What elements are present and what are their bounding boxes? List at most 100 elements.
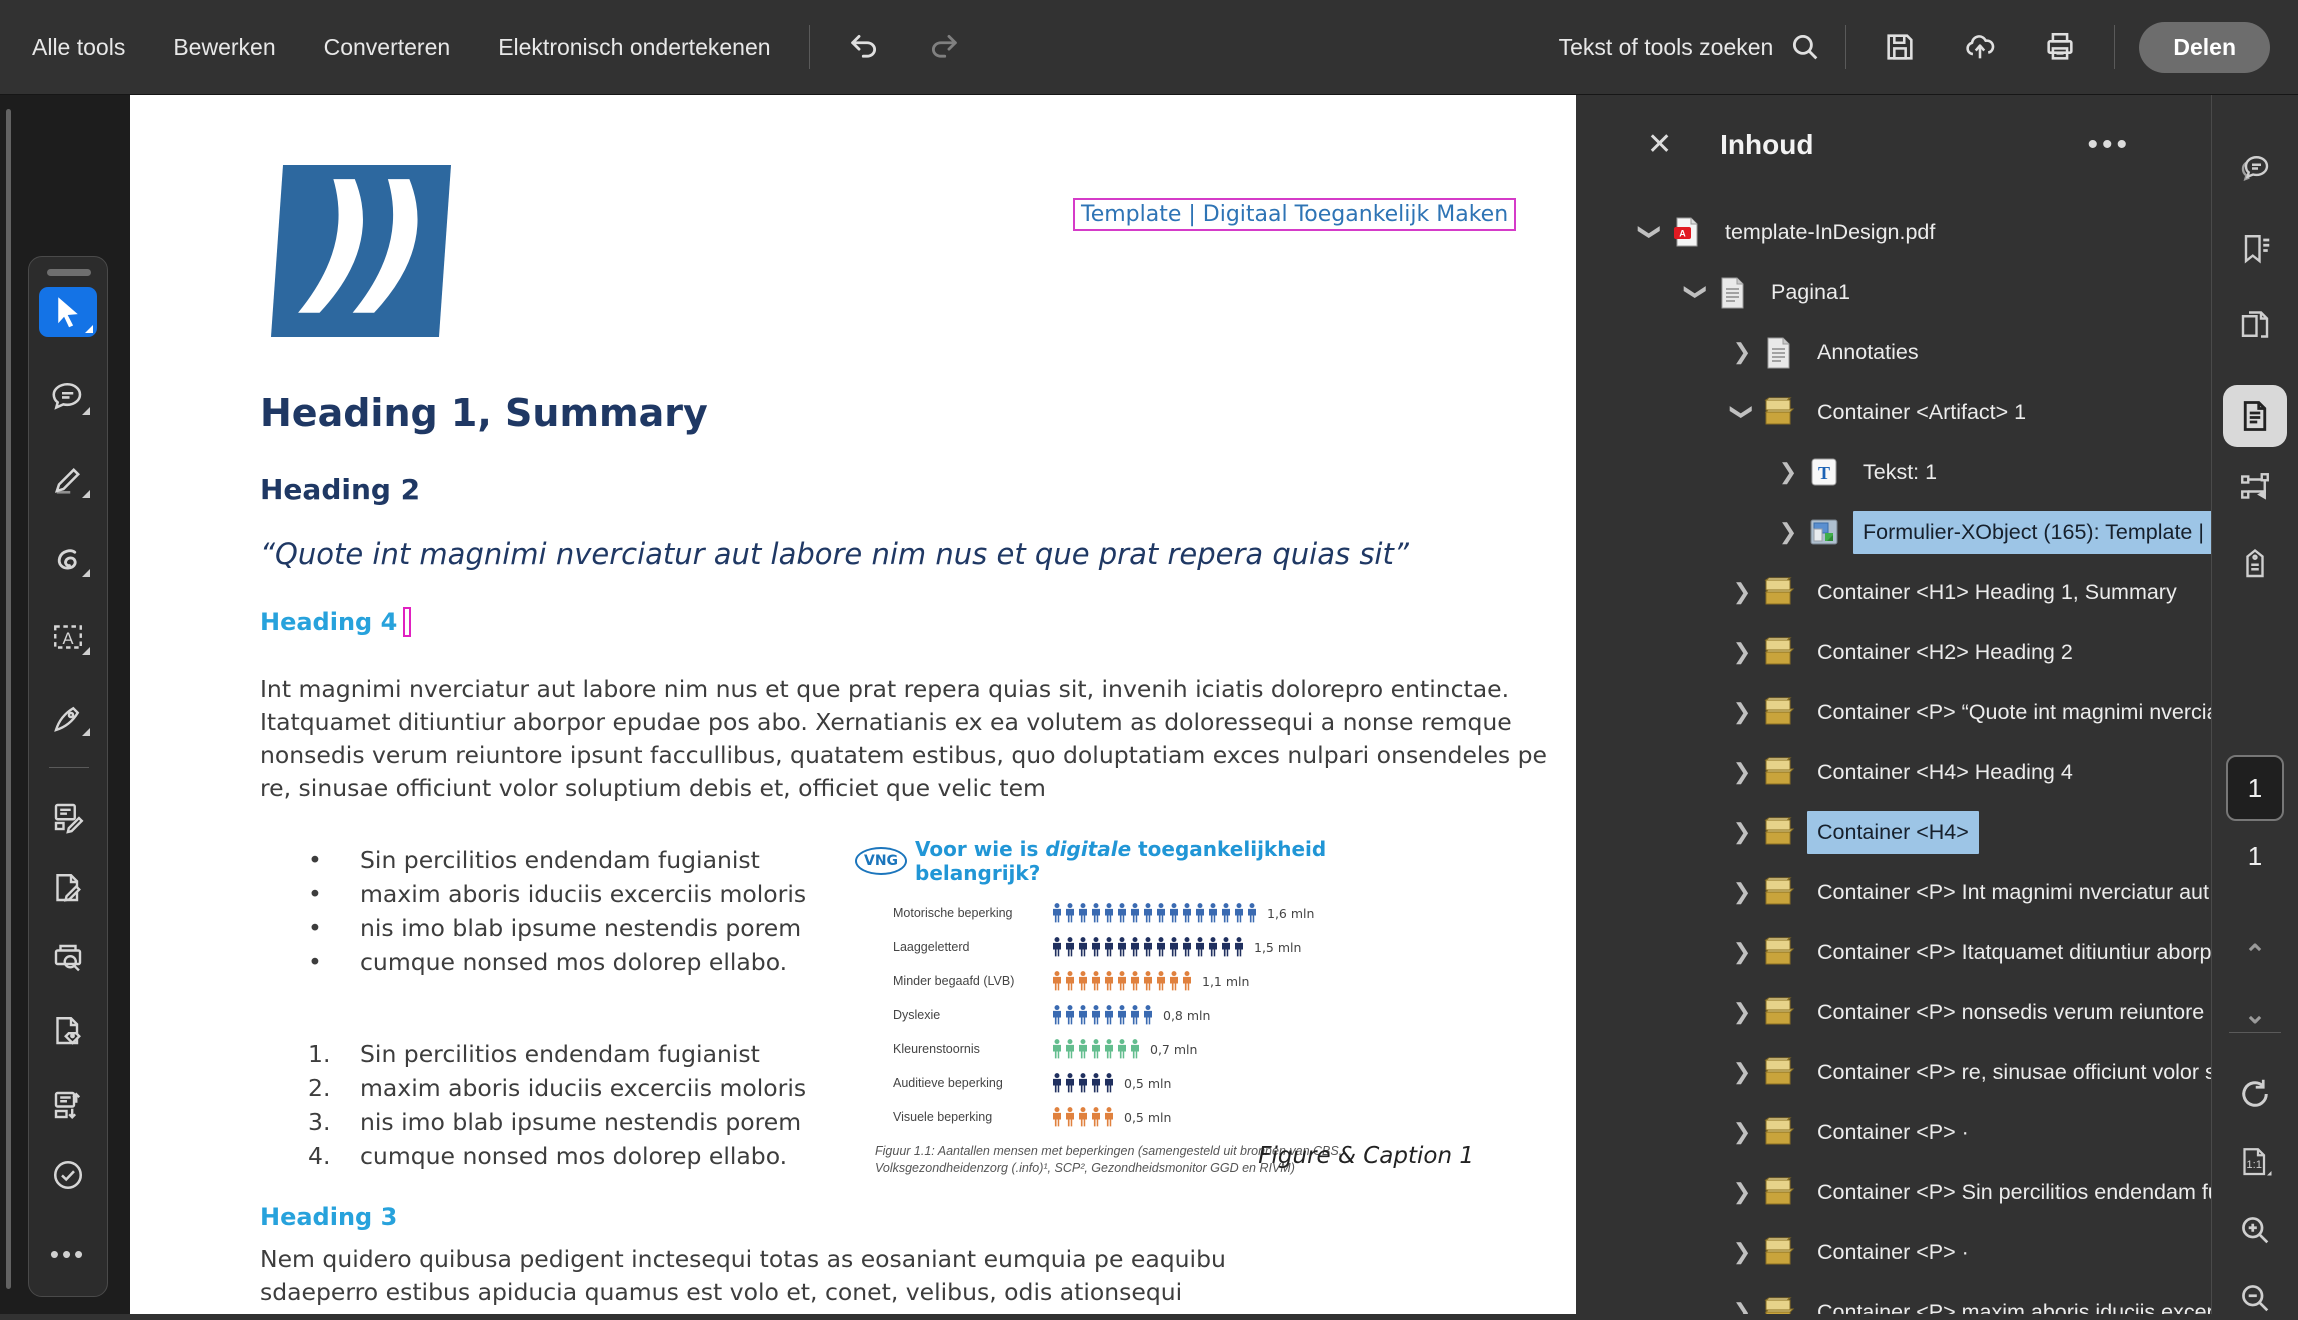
- pdf-icon: A: [1669, 215, 1703, 249]
- tree-row[interactable]: ❯Container <P> maxim aboris iduciis exce…: [1577, 1282, 2211, 1314]
- page-thumbnail[interactable]: 1: [2226, 755, 2284, 821]
- chevron-right-icon[interactable]: ❯: [1731, 579, 1753, 605]
- toolbar-drag-handle[interactable]: [47, 269, 91, 276]
- tree-row[interactable]: ❯Container <P> nonsedis verum reiuntore …: [1577, 982, 2211, 1042]
- chevron-right-icon[interactable]: ❯: [1731, 999, 1753, 1025]
- chevron-right-icon[interactable]: ❯: [1731, 1119, 1753, 1145]
- actual-size-icon[interactable]: 1:1: [2233, 1140, 2277, 1184]
- menu-converteren[interactable]: Converteren: [324, 34, 451, 61]
- select-text-tool[interactable]: A: [42, 615, 94, 659]
- chevron-down-icon[interactable]: ❯: [1637, 221, 1663, 243]
- tree-row[interactable]: ❯ Annotaties: [1577, 322, 2211, 382]
- chevron-down-icon[interactable]: ❯: [1683, 281, 1709, 303]
- highlight-tool[interactable]: [42, 458, 94, 502]
- zoom-out-icon[interactable]: [2233, 1276, 2277, 1320]
- search-control[interactable]: Tekst of tools zoeken: [1559, 27, 1832, 67]
- share-button[interactable]: Delen: [2139, 22, 2270, 73]
- print-search-tool[interactable]: [42, 936, 94, 980]
- container-icon: [1761, 695, 1795, 729]
- edit-page-tool[interactable]: [42, 866, 94, 910]
- person-icons: [1051, 937, 1246, 957]
- chevron-right-icon[interactable]: ❯: [1731, 759, 1753, 785]
- person-icons: [1051, 1107, 1116, 1127]
- numbered-item: 1.Sin percilitios endendam fugianist: [308, 1037, 868, 1071]
- reading-order-panel-icon[interactable]: [2233, 465, 2277, 509]
- add-comment-tool[interactable]: [42, 375, 94, 419]
- redo-button[interactable]: [924, 27, 964, 67]
- page-count: 1: [2248, 841, 2262, 872]
- tree-row[interactable]: ❯Container <P> “Quote int magnimi nverci…: [1577, 682, 2211, 742]
- tree-row[interactable]: ❯Container <P> re, sinusae officiunt vol…: [1577, 1042, 2211, 1102]
- tree-row-label: Annotaties: [1807, 331, 1929, 374]
- chevron-right-icon[interactable]: ❯: [1777, 459, 1799, 485]
- doc-heading3: Heading 3: [260, 1203, 397, 1231]
- tree-row[interactable]: ❯Atemplate-InDesign.pdf: [1577, 202, 2211, 262]
- panel-edge-line: [6, 109, 11, 1289]
- pictogram-value: 1,6 mln: [1267, 906, 1314, 921]
- document-tag-tool[interactable]: [42, 1009, 94, 1053]
- tree-row[interactable]: ❯Container <H4> Heading 4: [1577, 742, 2211, 802]
- tree-row[interactable]: ❯Container <Artifact> 1: [1577, 382, 2211, 442]
- menu-elektronisch-ondertekenen[interactable]: Elektronisch ondertekenen: [498, 34, 770, 61]
- select-tool[interactable]: [39, 287, 97, 337]
- refresh-icon[interactable]: [2233, 1072, 2277, 1116]
- menu-alle-tools[interactable]: Alle tools: [32, 34, 125, 61]
- tree-row[interactable]: ❯Container <P> Itatquamet ditiuntiur abo…: [1577, 922, 2211, 982]
- chevron-right-icon[interactable]: ❯: [1731, 819, 1753, 845]
- close-icon[interactable]: ✕: [1647, 130, 1672, 160]
- zoom-in-icon[interactable]: [2233, 1208, 2277, 1252]
- tree-row[interactable]: ❯Container <P> Int magnimi nverciatur au…: [1577, 862, 2211, 922]
- edit-document-tool[interactable]: [42, 795, 94, 839]
- menu-bewerken[interactable]: Bewerken: [173, 34, 275, 61]
- comments-panel-icon[interactable]: [2233, 148, 2277, 192]
- chevron-right-icon[interactable]: ❯: [1731, 639, 1753, 665]
- tree-row[interactable]: ❯Formulier-XObject (165): Template | Dig…: [1577, 502, 2211, 562]
- page-up-icon[interactable]: ⌃: [2233, 932, 2277, 976]
- numbered-item: 4.cumque nonsed mos dolorep ellabo.: [308, 1139, 868, 1173]
- tags-panel-icon[interactable]: [2233, 542, 2277, 586]
- chevron-down-icon[interactable]: ❯: [1729, 401, 1755, 423]
- bookmarks-panel-icon[interactable]: [2233, 227, 2277, 271]
- chevron-right-icon[interactable]: ❯: [1731, 339, 1753, 365]
- container-icon: [1761, 1235, 1795, 1269]
- cloud-upload-button[interactable]: [1960, 27, 2000, 67]
- fill-sign-tool[interactable]: [42, 696, 94, 740]
- page-thumbnails-panel-icon[interactable]: [2233, 304, 2277, 348]
- tree-row[interactable]: ❯Container <H1> Heading 1, Summary: [1577, 562, 2211, 622]
- tree-row[interactable]: ❯Container <H2> Heading 2: [1577, 622, 2211, 682]
- bullet-item: •nis imo blab ipsume nestendis porem: [308, 911, 868, 945]
- chevron-right-icon[interactable]: ❯: [1731, 939, 1753, 965]
- bullet-item-marker: •: [308, 843, 360, 877]
- print-button[interactable]: [2040, 27, 2080, 67]
- chevron-right-icon[interactable]: ❯: [1731, 1179, 1753, 1205]
- panel-options-icon[interactable]: •••: [2087, 128, 2131, 162]
- page-down-icon[interactable]: ⌄: [2233, 992, 2277, 1036]
- chevron-right-icon[interactable]: ❯: [1731, 1059, 1753, 1085]
- bullet-item: •maxim aboris iduciis excerciis moloris: [308, 877, 868, 911]
- bullet-list: •Sin percilitios endendam fugianist•maxi…: [308, 843, 868, 979]
- chevron-right-icon[interactable]: ❯: [1731, 879, 1753, 905]
- tree-row[interactable]: ❯TTekst: 1: [1577, 442, 2211, 502]
- export-pages-tool[interactable]: [42, 1083, 94, 1127]
- undo-button[interactable]: [844, 27, 884, 67]
- save-button[interactable]: [1880, 27, 1920, 67]
- pictogram-value: 1,1 mln: [1202, 974, 1249, 989]
- container-icon: [1761, 1115, 1795, 1149]
- tree-row[interactable]: ❯Container <P> ·: [1577, 1222, 2211, 1282]
- approve-tool[interactable]: [42, 1153, 94, 1197]
- person-icons: [1051, 971, 1194, 991]
- chevron-right-icon[interactable]: ❯: [1777, 519, 1799, 545]
- tree-row[interactable]: ❯Container <P> Sin percilitios endendam …: [1577, 1162, 2211, 1222]
- content-panel-icon[interactable]: [2223, 385, 2287, 447]
- tree-row[interactable]: ❯Pagina1: [1577, 262, 2211, 322]
- tree-row[interactable]: ❯Container <H4>: [1577, 802, 2211, 862]
- tree-row[interactable]: ❯Container <P> ·: [1577, 1102, 2211, 1162]
- container-icon: [1761, 755, 1795, 789]
- draw-tool[interactable]: [42, 537, 94, 581]
- pictogram-category: Motorische beperking: [893, 906, 1051, 920]
- bullet-item-text: cumque nonsed mos dolorep ellabo.: [360, 945, 787, 979]
- chevron-right-icon[interactable]: ❯: [1731, 1239, 1753, 1265]
- more-tools[interactable]: •••: [42, 1232, 94, 1276]
- chevron-right-icon[interactable]: ❯: [1731, 1299, 1753, 1314]
- chevron-right-icon[interactable]: ❯: [1731, 699, 1753, 725]
